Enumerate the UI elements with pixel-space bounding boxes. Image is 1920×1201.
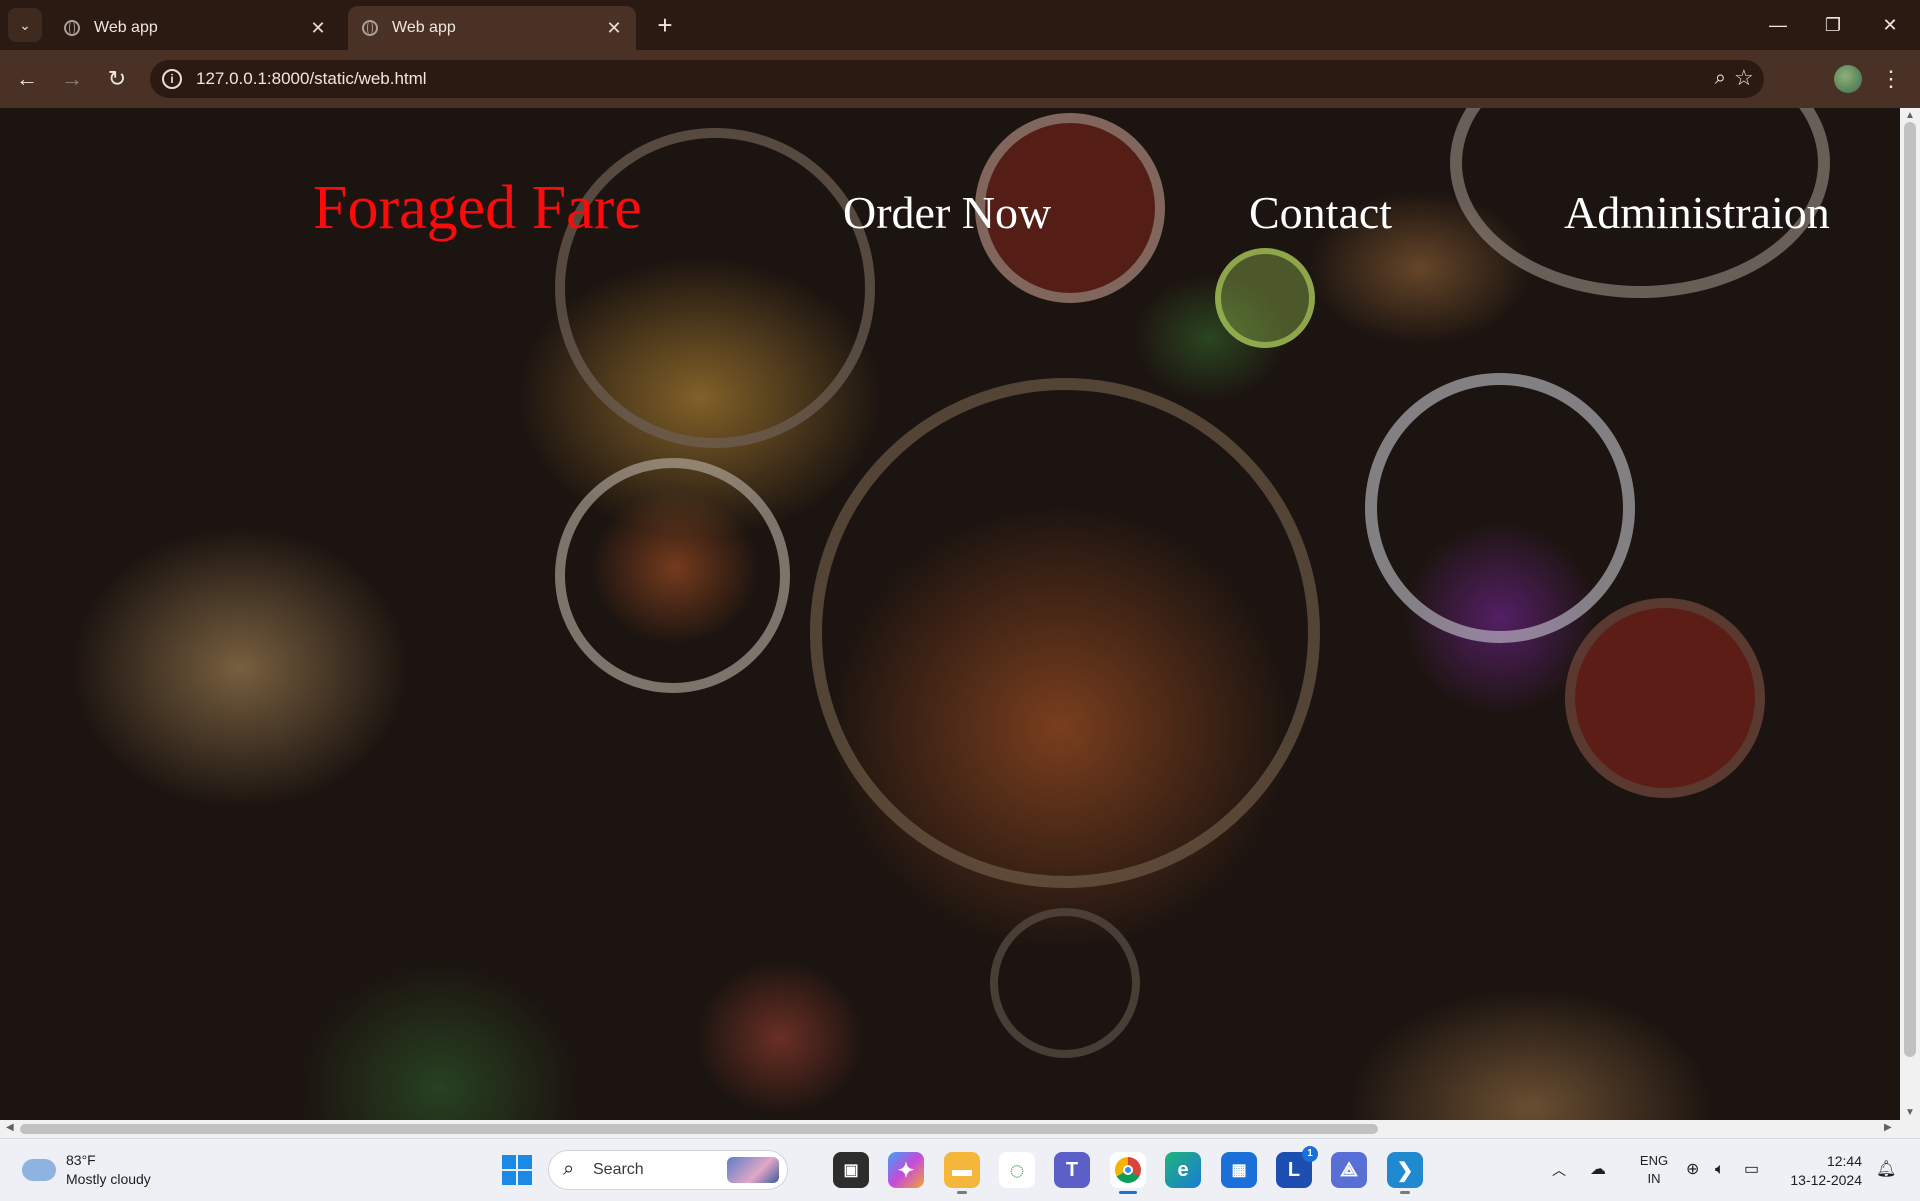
weather-condition: Mostly cloudy [66, 1171, 151, 1187]
windows-logo-icon [502, 1155, 532, 1185]
taskbar-search[interactable]: ⌕ Search [548, 1150, 788, 1190]
new-tab-button[interactable]: + [650, 10, 680, 40]
address-bar[interactable]: i 127.0.0.1:8000/static/web.html ⌕ ☆ [150, 60, 1764, 98]
language-line2: IN [1647, 1171, 1661, 1186]
profile-avatar[interactable] [1834, 65, 1862, 93]
clock-time: 12:44 [1826, 1153, 1862, 1169]
window-close-icon[interactable]: ✕ [1870, 10, 1910, 40]
search-icon: ⌕ [563, 1158, 575, 1180]
chrome-icon[interactable] [1110, 1152, 1146, 1194]
browser-toolbar: ← → ↻ i 127.0.0.1:8000/static/web.html ⌕… [0, 50, 1920, 108]
site-info-icon[interactable]: i [162, 69, 182, 89]
close-icon[interactable]: ✕ [306, 18, 330, 39]
close-icon[interactable]: ✕ [602, 18, 626, 39]
onedrive-icon[interactable]: ☁ [1590, 1139, 1614, 1201]
scroll-right-arrow-icon[interactable]: ▶ [1884, 1122, 1892, 1133]
edge-icon[interactable]: e [1165, 1152, 1201, 1188]
bookmark-star-icon[interactable]: ☆ [1734, 65, 1764, 91]
scroll-left-arrow-icon[interactable]: ◀ [6, 1122, 14, 1133]
notifications-bell-icon[interactable]: 🔔︎ [1876, 1139, 1898, 1201]
weather-temp: 83°F [66, 1152, 96, 1168]
vscode-icon[interactable]: ❯ [1387, 1152, 1423, 1194]
back-arrow-icon[interactable]: ← [12, 64, 42, 94]
page-hero-background: Foraged Fare Order Now Contact Administr… [0, 108, 1900, 1120]
network-globe-icon[interactable]: ⊕ [1686, 1139, 1708, 1201]
store-icon[interactable]: ▦ [1221, 1152, 1257, 1188]
restore-icon[interactable]: ❐ [1813, 10, 1853, 40]
nav-administration[interactable]: Administraion [1564, 186, 1830, 239]
teams-icon[interactable]: T [1054, 1152, 1090, 1188]
cloudy-weather-icon [22, 1151, 56, 1181]
taskbar: 83°F Mostly cloudy ⌕ Search ▣ ✦ ▬ ◌ T e … [0, 1138, 1920, 1201]
a-app-icon[interactable]: ⟁ [1331, 1152, 1367, 1188]
menu-kebab-icon[interactable]: ⋮ [1880, 64, 1902, 94]
task-view-icon[interactable]: ▣ [833, 1152, 869, 1188]
search-label: Search [593, 1161, 644, 1178]
reload-icon[interactable]: ↻ [102, 64, 132, 94]
food-bowl-image [555, 458, 790, 693]
volume-icon[interactable]: 🔈︎ [1715, 1139, 1737, 1201]
food-bowl-image [1565, 598, 1765, 798]
url-text[interactable]: 127.0.0.1:8000/static/web.html [196, 69, 427, 89]
food-bowl-image [1365, 373, 1635, 643]
tab-strip: ⌄ Web app ✕ Web app ✕ + — ❐ ✕ [0, 0, 1920, 50]
notification-badge: 1 [1302, 1146, 1318, 1162]
scroll-down-arrow-icon[interactable]: ▼ [1900, 1107, 1920, 1118]
globe-icon [362, 20, 378, 36]
language-line1: ENG [1639, 1153, 1669, 1168]
clock-date: 13-12-2024 [1790, 1172, 1862, 1188]
horizontal-scrollbar[interactable]: ◀ ▶ [0, 1120, 1920, 1138]
scroll-up-arrow-icon[interactable]: ▲ [1900, 110, 1920, 121]
minimize-icon[interactable]: — [1758, 10, 1798, 40]
battery-icon[interactable]: ▭ [1744, 1139, 1770, 1201]
show-hidden-icons-chevron-icon[interactable]: ︿ [1552, 1139, 1572, 1201]
l-app-icon[interactable]: L1 [1276, 1146, 1318, 1188]
search-highlight-image [727, 1157, 779, 1183]
horizontal-scroll-thumb[interactable] [20, 1124, 1378, 1134]
food-bowl-image [810, 378, 1320, 888]
tab-search-dropdown-icon[interactable]: ⌄ [8, 8, 42, 42]
weather-widget[interactable]: 83°F Mostly cloudy [22, 1151, 151, 1189]
lime-image [1215, 248, 1315, 348]
tab-web-app-1[interactable]: Web app ✕ [50, 6, 340, 50]
nav-order-now[interactable]: Order Now [843, 186, 1051, 239]
language-indicator[interactable]: ENG IN [1634, 1139, 1674, 1201]
green-app-icon[interactable]: ◌ [999, 1152, 1035, 1188]
nav-contact[interactable]: Contact [1249, 186, 1392, 239]
forward-arrow-icon[interactable]: → [57, 64, 87, 94]
globe-icon [64, 20, 80, 36]
file-explorer-icon[interactable]: ▬ [944, 1152, 980, 1194]
start-button[interactable] [499, 1152, 535, 1188]
brand-logo[interactable]: Foraged Fare [313, 173, 642, 244]
tab-web-app-2[interactable]: Web app ✕ [348, 6, 636, 50]
copilot-icon[interactable]: ✦ [888, 1152, 924, 1188]
tab-title: Web app [392, 19, 456, 36]
food-bowl-image [990, 908, 1140, 1058]
zoom-icon[interactable]: ⌕ [1715, 67, 1726, 90]
clock[interactable]: 12:44 13-12-2024 [1782, 1139, 1862, 1201]
vertical-scroll-thumb[interactable] [1904, 122, 1916, 1057]
vertical-scrollbar[interactable]: ▲ ▼ [1900, 108, 1920, 1120]
tab-title: Web app [94, 19, 158, 36]
